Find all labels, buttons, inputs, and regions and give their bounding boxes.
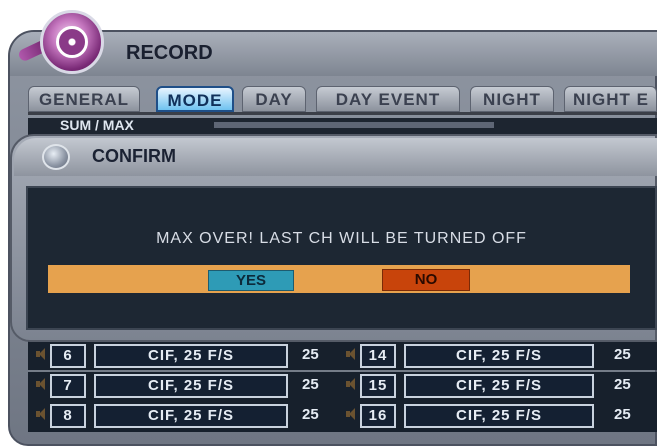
dialog-button-bar <box>48 265 630 293</box>
fps-value: 25 <box>302 346 319 363</box>
dialog-message: MAX OVER! LAST CH WILL BE TURNED OFF <box>156 230 527 247</box>
yes-button[interactable]: YES <box>208 270 294 291</box>
channel-number[interactable]: 6 <box>50 344 86 368</box>
tab-night-event[interactable]: NIGHT E <box>564 86 657 112</box>
audio-icon <box>346 408 356 420</box>
dialog-bullet-icon <box>42 144 70 170</box>
dialog-title: CONFIRM <box>92 146 176 166</box>
tab-mode[interactable]: MODE <box>156 86 234 112</box>
no-button[interactable]: NO <box>382 269 470 291</box>
audio-icon <box>36 408 46 420</box>
channel-number[interactable]: 8 <box>50 404 86 428</box>
channel-number[interactable]: 16 <box>360 404 396 428</box>
tab-general[interactable]: GENERAL <box>28 86 140 112</box>
resolution-field[interactable]: CIF, 25 F/S <box>94 344 288 368</box>
record-header <box>10 32 657 76</box>
tab-night[interactable]: NIGHT <box>470 86 554 112</box>
fps-value: 25 <box>614 346 631 363</box>
resolution-field[interactable]: CIF, 25 F/S <box>404 374 594 398</box>
dialog-body <box>26 186 657 330</box>
tab-strip-divider <box>28 112 657 115</box>
summary-label: SUM / MAX <box>60 117 134 133</box>
summary-slider[interactable] <box>214 122 494 128</box>
channel-number[interactable]: 14 <box>360 344 396 368</box>
film-reel-icon <box>56 26 88 58</box>
fps-value: 25 <box>302 376 319 393</box>
audio-icon <box>346 378 356 390</box>
fps-value: 25 <box>614 406 631 423</box>
audio-icon <box>36 348 46 360</box>
channel-number[interactable]: 15 <box>360 374 396 398</box>
resolution-field[interactable]: CIF, 25 F/S <box>404 344 594 368</box>
resolution-field[interactable]: CIF, 25 F/S <box>94 374 288 398</box>
fps-value: 25 <box>302 406 319 423</box>
audio-icon <box>346 348 356 360</box>
channel-number[interactable]: 7 <box>50 374 86 398</box>
resolution-field[interactable]: CIF, 25 F/S <box>94 404 288 428</box>
tab-day[interactable]: DAY <box>242 86 306 112</box>
audio-icon <box>36 378 46 390</box>
fps-value: 25 <box>614 376 631 393</box>
window-title: RECORD <box>126 42 213 64</box>
tab-day-event[interactable]: DAY EVENT <box>316 86 460 112</box>
resolution-field[interactable]: CIF, 25 F/S <box>404 404 594 428</box>
